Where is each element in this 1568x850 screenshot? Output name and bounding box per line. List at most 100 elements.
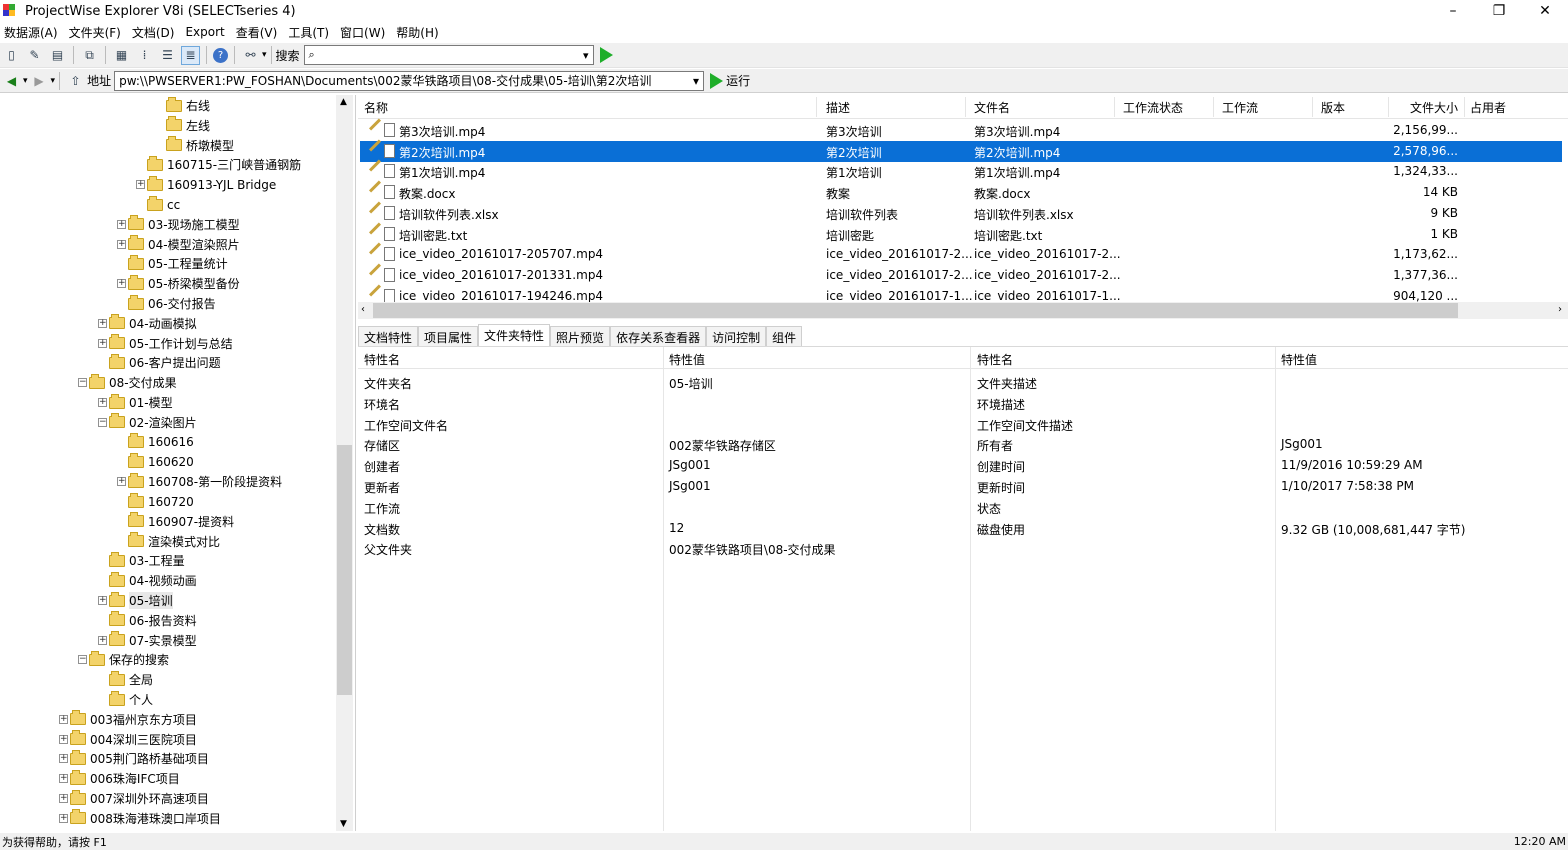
close-button[interactable]: ✕ [1522, 0, 1568, 22]
table-row[interactable]: ice_video_20161017-201331.mp4 ice_video_2… [360, 263, 1562, 286]
tree-expander-icon[interactable]: + [98, 635, 107, 645]
tree-item[interactable]: 06-客户提出问题 [98, 353, 221, 372]
list-view-icon[interactable]: ☰ [158, 46, 177, 65]
menu-item[interactable]: 查看(V) [232, 24, 285, 41]
tree-item[interactable]: 04-视频动画 [98, 571, 197, 590]
menu-item[interactable]: 工具(T) [284, 24, 336, 41]
tree-expander-icon[interactable]: − [78, 378, 87, 388]
list-scroll-thumb[interactable] [373, 303, 1458, 318]
tree-item[interactable]: 160620 [117, 452, 194, 471]
property-column-header[interactable]: 特性名 [364, 351, 400, 368]
tree-item[interactable]: 160715-三门峡普通钢筋 [136, 155, 301, 174]
tree-expander-icon[interactable]: + [59, 734, 68, 744]
column-header[interactable]: 工作流 [1222, 99, 1258, 116]
tree-item[interactable]: +005荆门路桥基础项目 [59, 749, 209, 768]
tree-expander-icon[interactable]: + [98, 338, 107, 348]
property-column-header[interactable]: 特性名 [977, 351, 1013, 368]
tree-item[interactable]: 全局 [98, 670, 153, 689]
tree-item[interactable]: +03-现场施工模型 [117, 215, 240, 234]
tree-expander-icon[interactable]: − [98, 417, 107, 427]
small-icons-view-icon[interactable]: ⁞ [135, 46, 154, 65]
property-column-header[interactable]: 特性值 [669, 351, 705, 368]
menu-item[interactable]: 文档(D) [128, 24, 182, 41]
forward-arrow-icon[interactable]: ▶ [30, 71, 49, 90]
tree-item[interactable]: 右线 [155, 96, 210, 115]
menu-item[interactable]: Export [181, 25, 231, 39]
back-arrow-icon[interactable]: ◀ [2, 71, 21, 90]
column-header[interactable]: 描述 [826, 99, 850, 116]
tree-item[interactable]: +01-模型 [98, 393, 173, 412]
column-header[interactable]: 文件大小 [1410, 99, 1458, 116]
column-header[interactable]: 版本 [1321, 99, 1345, 116]
new-document-icon[interactable]: ▯ [2, 46, 21, 65]
tree-expander-icon[interactable]: + [98, 398, 107, 407]
tree-item[interactable]: 渲染模式对比 [117, 532, 220, 551]
tree-item[interactable]: 左线 [155, 116, 210, 135]
tree-item[interactable]: +04-模型渲染照片 [117, 235, 240, 254]
table-row[interactable]: 第2次培训.mp4 第2次培训 第2次培训.mp4 2,578,96... [360, 139, 1562, 162]
tab-1[interactable]: 项目属性 [418, 326, 479, 346]
tab-4[interactable]: 依存关系查看器 [610, 326, 707, 346]
tree-item[interactable]: 03-工程量 [98, 551, 185, 570]
tab-2[interactable]: 文件夹特性 [478, 324, 551, 346]
properties-icon[interactable]: ▤ [48, 46, 67, 65]
address-dropdown-icon[interactable]: ▾ [693, 74, 699, 88]
tree-expander-icon[interactable]: + [117, 477, 126, 487]
tree-item[interactable]: +07-实景模型 [98, 631, 197, 650]
tree-item[interactable]: − 保存的搜索 [78, 650, 169, 669]
up-folder-icon[interactable]: ⇧ [66, 71, 85, 90]
search-dropdown-icon[interactable]: ▾ [583, 49, 589, 62]
column-header[interactable]: 文件名 [974, 99, 1010, 116]
tree-item[interactable]: +160708-第一阶段提资料 [117, 472, 282, 491]
list-hscrollbar[interactable]: ‹ › [358, 302, 1568, 319]
tree-expander-icon[interactable]: + [59, 714, 68, 724]
tab-3[interactable]: 照片预览 [550, 326, 611, 346]
run-icon[interactable] [710, 72, 724, 89]
tree-item[interactable]: 06-报告资料 [98, 611, 197, 630]
tree-expander-icon[interactable]: + [98, 596, 107, 605]
tree-expander-icon[interactable]: + [117, 219, 126, 229]
menu-item[interactable]: 数据源(A) [0, 24, 65, 41]
tree-item[interactable]: 160616 [117, 433, 194, 452]
menu-item[interactable]: 文件夹(F) [65, 24, 128, 41]
tree-item[interactable]: +160913-YJL Bridge [136, 175, 276, 194]
tree-expander-icon[interactable]: + [59, 813, 68, 823]
tree-item[interactable]: +007深圳外环高速项目 [59, 789, 209, 808]
help-icon[interactable]: ? [213, 47, 228, 63]
tree-item[interactable]: − 08-交付成果 [78, 373, 177, 392]
tree-expander-icon[interactable]: + [136, 180, 145, 190]
tab-5[interactable]: 访问控制 [706, 326, 767, 346]
tree-scrollbar[interactable]: ▲ ▼ [336, 95, 353, 831]
tree-item[interactable]: 05-工程量统计 [117, 254, 228, 273]
tree-scroll-thumb[interactable] [337, 445, 352, 695]
restore-button[interactable]: ❐ [1476, 0, 1522, 22]
binoculars-icon[interactable]: ⚯ [241, 46, 260, 65]
scroll-up-icon[interactable]: ▲ [340, 97, 347, 107]
copy-icon[interactable]: ⧉ [80, 46, 99, 65]
edit-icon[interactable]: ✎ [25, 46, 44, 65]
tree-expander-icon[interactable]: + [98, 318, 107, 328]
tree-item[interactable]: +05-培训 [98, 591, 173, 610]
column-header[interactable]: 占用者 [1470, 99, 1506, 116]
tree-item[interactable]: 个人 [98, 690, 153, 709]
menu-item[interactable]: 帮助(H) [392, 24, 445, 41]
run-button[interactable]: 运行 [726, 72, 750, 89]
tree-item[interactable]: +006珠海IFC项目 [59, 769, 180, 788]
property-column-header[interactable]: 特性值 [1281, 351, 1317, 368]
tab-6[interactable]: 组件 [766, 326, 803, 346]
table-row[interactable]: 教案.docx 教案 教案.docx 14 KB [360, 180, 1562, 203]
table-row[interactable]: 第3次培训.mp4 第3次培训 第3次培训.mp4 2,156,99... [360, 118, 1562, 141]
tree-item[interactable]: +05-工作计划与总结 [98, 334, 233, 353]
details-view-icon[interactable]: ≣ [181, 45, 200, 65]
tree-expander-icon[interactable]: + [59, 794, 68, 803]
tree-expander-icon[interactable]: − [78, 655, 87, 665]
search-input[interactable]: ⌕ ▾ [303, 45, 594, 65]
tree-item[interactable]: 160720 [117, 492, 194, 511]
search-go-icon[interactable] [599, 47, 613, 63]
address-input[interactable]: pw:\\PWSERVER1:PW_FOSHAN\Documents\002蒙华… [114, 70, 705, 91]
large-icons-view-icon[interactable]: ▦ [112, 46, 131, 65]
tree-item[interactable]: +004深圳三医院项目 [59, 730, 197, 749]
scroll-down-icon[interactable]: ▼ [340, 819, 347, 829]
tree-expander-icon[interactable]: + [59, 774, 68, 784]
table-row[interactable]: ice_video_20161017-205707.mp4 ice_video_2… [360, 242, 1562, 265]
